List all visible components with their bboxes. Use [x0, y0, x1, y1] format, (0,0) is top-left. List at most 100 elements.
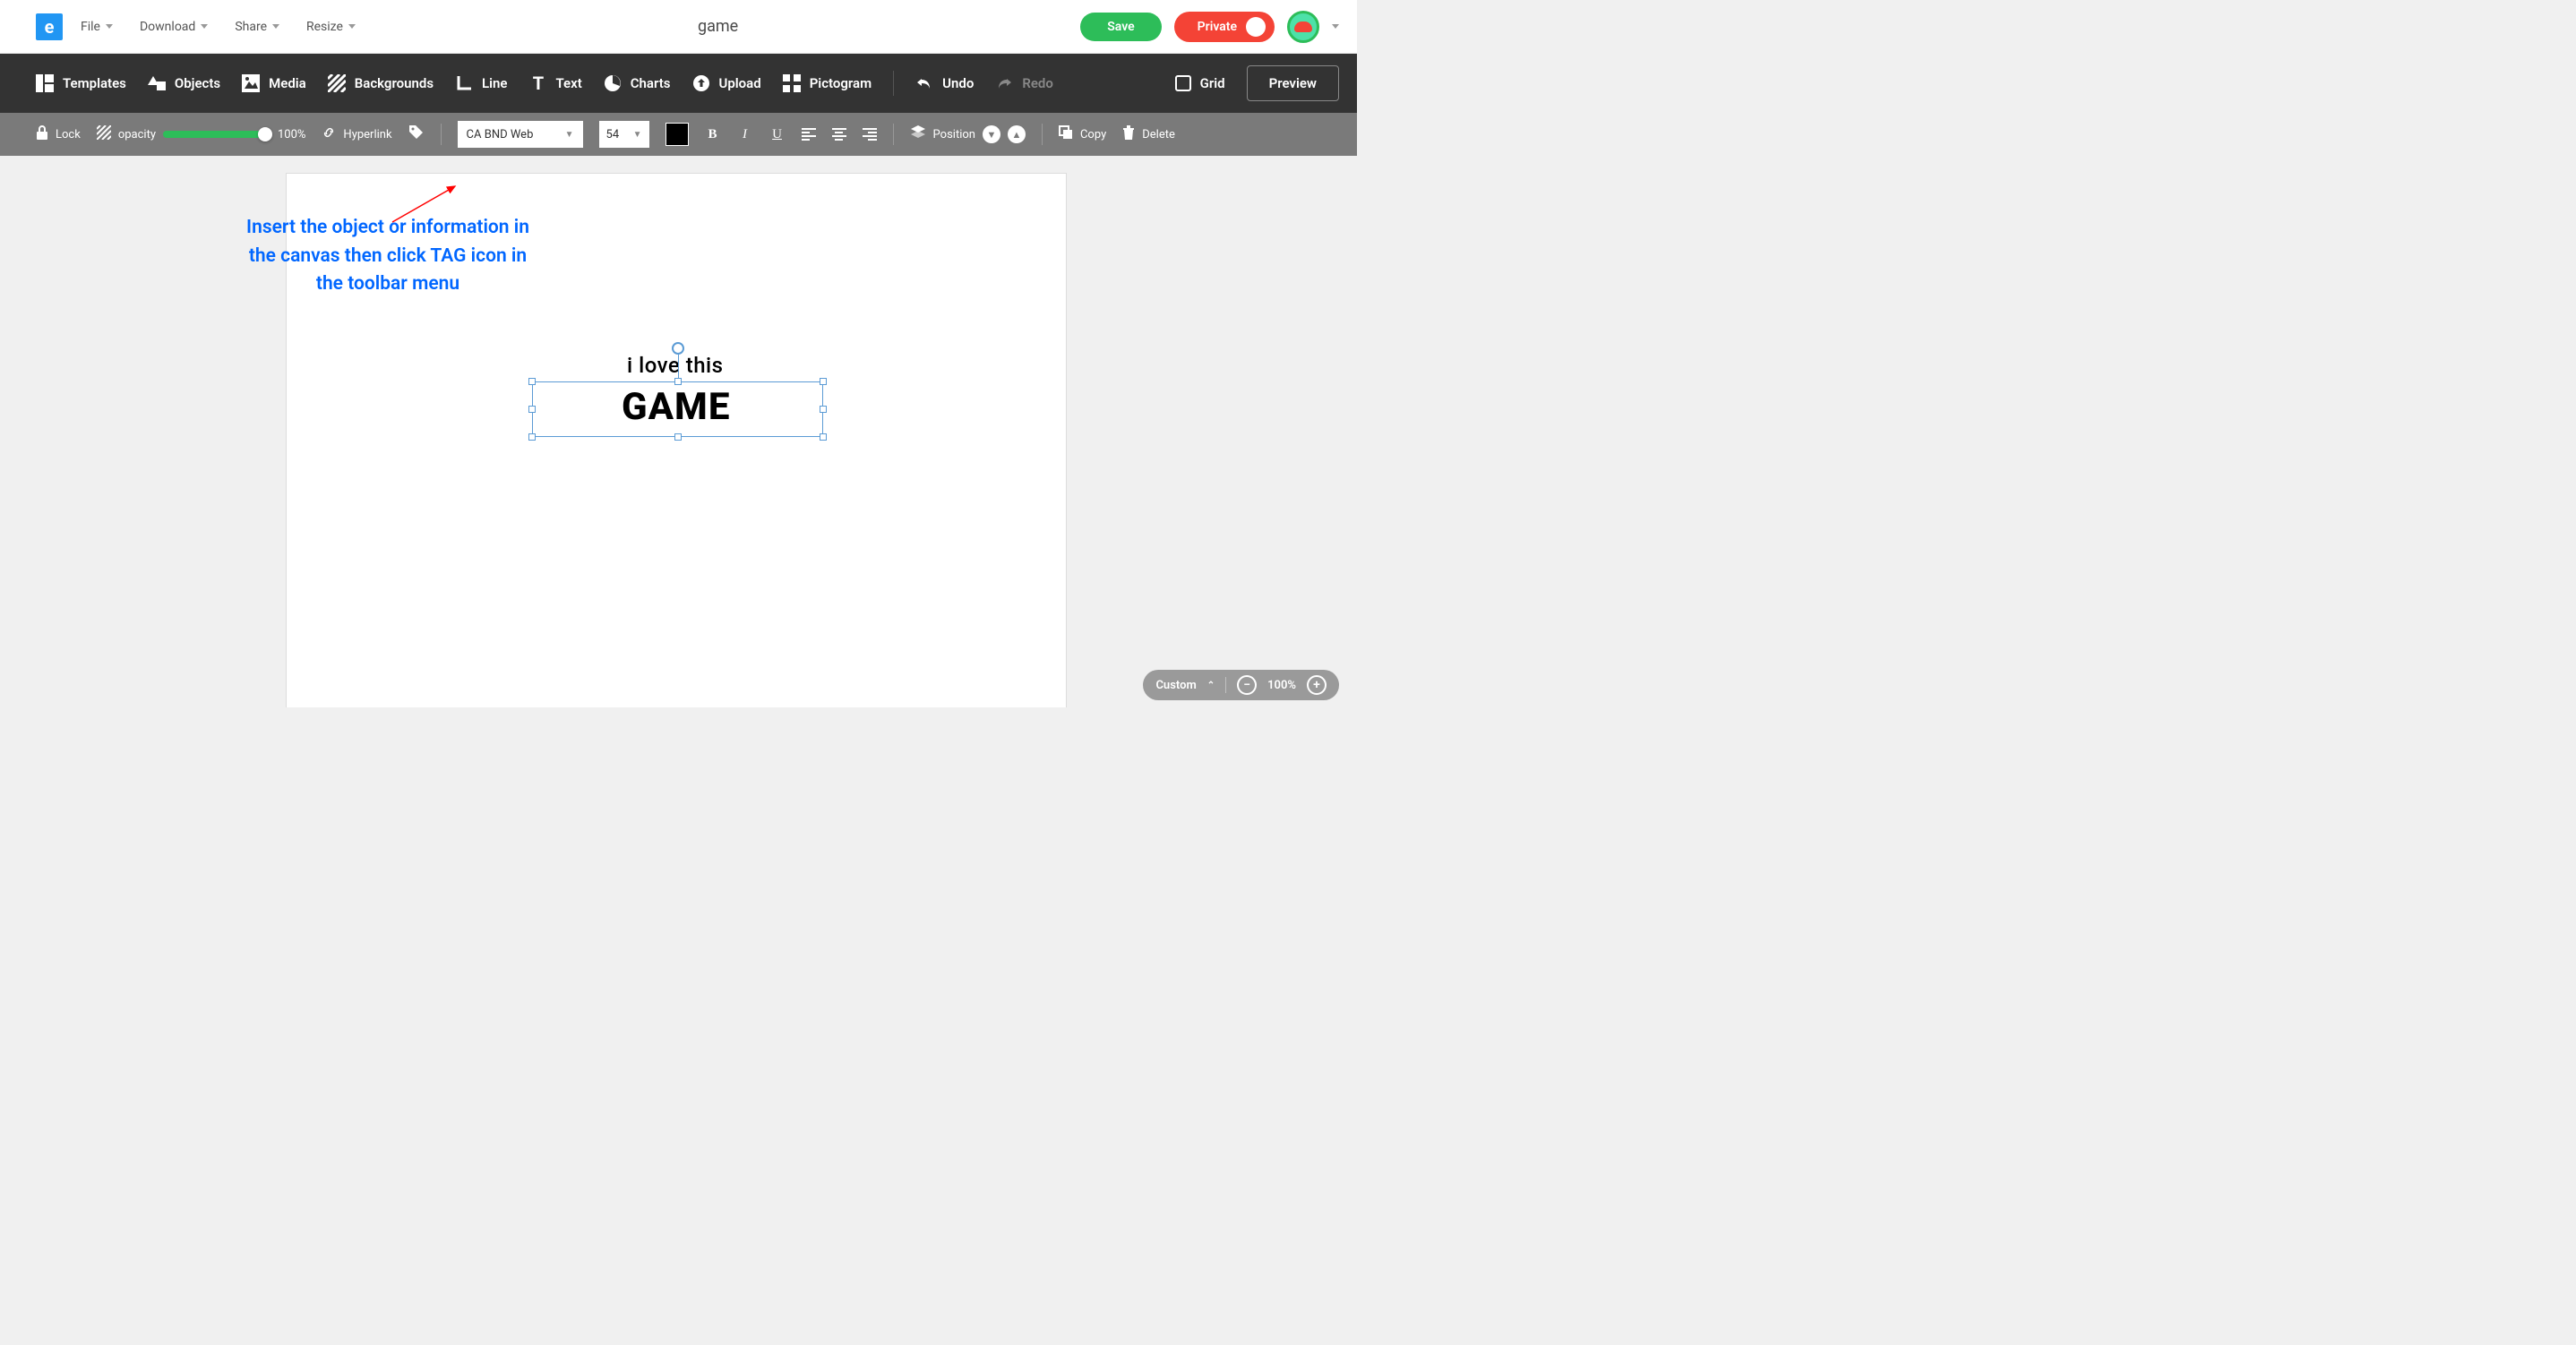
selection-border: [532, 381, 823, 437]
font-family-select[interactable]: CA BND Web ▼: [458, 121, 583, 148]
objects-icon: [148, 74, 166, 92]
resize-handle-mb[interactable]: [674, 433, 682, 441]
menu-file[interactable]: File: [81, 20, 113, 34]
resize-handle-mr[interactable]: [820, 406, 827, 413]
text-color-picker[interactable]: [665, 123, 689, 146]
caret-down-icon: [106, 24, 113, 29]
zoom-in-button[interactable]: +: [1307, 675, 1327, 695]
tool-charts[interactable]: Charts: [604, 74, 671, 92]
private-toggle[interactable]: Private: [1174, 12, 1275, 42]
hyperlink-button[interactable]: Hyperlink: [322, 125, 391, 143]
top-bar: e File Download Share Resize Save Privat…: [0, 0, 1357, 54]
tool-backgrounds[interactable]: Backgrounds: [328, 74, 434, 92]
bold-button[interactable]: B: [705, 127, 721, 142]
font-size-select[interactable]: 54 ▼: [599, 121, 649, 148]
resize-handle-bl[interactable]: [528, 433, 536, 441]
undo-button[interactable]: Undo: [915, 74, 974, 92]
opacity-icon: [97, 125, 111, 143]
tool-label: Text: [556, 75, 582, 91]
save-button[interactable]: Save: [1080, 13, 1161, 41]
lock-button[interactable]: Lock: [36, 125, 81, 143]
selection-box[interactable]: [532, 381, 823, 437]
move-up-button[interactable]: ▲: [1008, 125, 1026, 143]
tag-icon: [408, 124, 425, 144]
tag-button[interactable]: [408, 124, 425, 144]
tool-label: Backgrounds: [355, 75, 434, 91]
zoom-out-button[interactable]: −: [1237, 675, 1257, 695]
user-avatar[interactable]: [1287, 11, 1319, 43]
tool-upload[interactable]: Upload: [692, 74, 761, 92]
top-menu: File Download Share Resize: [81, 20, 356, 34]
caret-down-icon: ▼: [633, 130, 642, 140]
align-left-button[interactable]: [802, 128, 816, 141]
chevron-up-icon[interactable]: ⌃: [1207, 681, 1215, 690]
tool-label: Charts: [631, 75, 671, 91]
position-control[interactable]: Position ▼ ▲: [910, 124, 1026, 144]
preview-button[interactable]: Preview: [1247, 65, 1339, 101]
italic-button[interactable]: I: [737, 127, 753, 142]
underline-button[interactable]: U: [769, 127, 786, 142]
opacity-control[interactable]: opacity 100%: [97, 125, 306, 143]
tool-text[interactable]: T Text: [529, 74, 582, 92]
lock-icon: [36, 125, 48, 143]
tool-media[interactable]: Media: [242, 74, 306, 92]
lock-label: Lock: [56, 128, 81, 141]
menu-share[interactable]: Share: [235, 20, 279, 34]
tool-templates[interactable]: Templates: [36, 74, 126, 92]
opacity-slider[interactable]: [163, 131, 270, 138]
line-icon: [455, 74, 473, 92]
canvas-text-line1[interactable]: i love this: [627, 353, 724, 378]
resize-handle-mt[interactable]: [674, 378, 682, 385]
app-logo[interactable]: e: [36, 13, 63, 40]
redo-button[interactable]: Redo: [995, 74, 1053, 92]
delete-label: Delete: [1142, 128, 1175, 141]
trash-icon: [1122, 125, 1135, 143]
format-toolbar: Lock opacity 100% Hyperlink CA BND Web▼ …: [0, 113, 1357, 156]
copy-button[interactable]: Copy: [1059, 125, 1106, 143]
tool-objects[interactable]: Objects: [148, 74, 220, 92]
zoom-custom-label[interactable]: Custom: [1155, 679, 1196, 692]
rotate-handle[interactable]: [672, 342, 684, 355]
font-name: CA BND Web: [467, 128, 534, 141]
align-right-button[interactable]: [863, 128, 877, 141]
text-icon: T: [529, 74, 547, 92]
layers-icon: [910, 124, 926, 144]
undo-label: Undo: [942, 75, 974, 91]
menu-resize-label: Resize: [306, 20, 343, 34]
hyperlink-label: Hyperlink: [343, 128, 391, 141]
workspace: Insert the object or information in the …: [0, 156, 1357, 707]
tool-label: Objects: [175, 75, 220, 91]
separator: [1225, 677, 1226, 693]
menu-file-label: File: [81, 20, 100, 34]
document-title-wrap: [356, 17, 1080, 36]
private-label: Private: [1198, 20, 1237, 34]
move-down-button[interactable]: ▼: [983, 125, 1000, 143]
grid-toggle[interactable]: Grid: [1175, 75, 1225, 91]
tool-line[interactable]: Line: [455, 74, 507, 92]
tool-pictogram[interactable]: Pictogram: [783, 74, 872, 92]
caret-down-icon: ▼: [565, 130, 574, 140]
resize-handle-ml[interactable]: [528, 406, 536, 413]
separator: [893, 124, 894, 145]
avatar-menu-caret-icon[interactable]: [1332, 24, 1339, 29]
toggle-knob: [1246, 17, 1266, 37]
grid-checkbox: [1175, 75, 1191, 91]
copy-label: Copy: [1080, 128, 1106, 141]
redo-icon: [995, 74, 1013, 92]
font-size-value: 54: [606, 128, 620, 141]
menu-download[interactable]: Download: [140, 20, 208, 34]
resize-handle-br[interactable]: [820, 433, 827, 441]
document-title-input[interactable]: [629, 17, 808, 36]
menu-resize[interactable]: Resize: [306, 20, 356, 34]
grid-label: Grid: [1200, 75, 1225, 91]
opacity-label: opacity: [118, 128, 156, 141]
main-toolbar: Templates Objects Media Backgrounds Line…: [0, 54, 1357, 113]
tool-label: Templates: [63, 75, 126, 91]
redo-label: Redo: [1022, 75, 1053, 91]
caret-down-icon: [201, 24, 208, 29]
resize-handle-tl[interactable]: [528, 378, 536, 385]
delete-button[interactable]: Delete: [1122, 125, 1175, 143]
align-center-button[interactable]: [832, 128, 846, 141]
resize-handle-tr[interactable]: [820, 378, 827, 385]
templates-icon: [36, 74, 54, 92]
